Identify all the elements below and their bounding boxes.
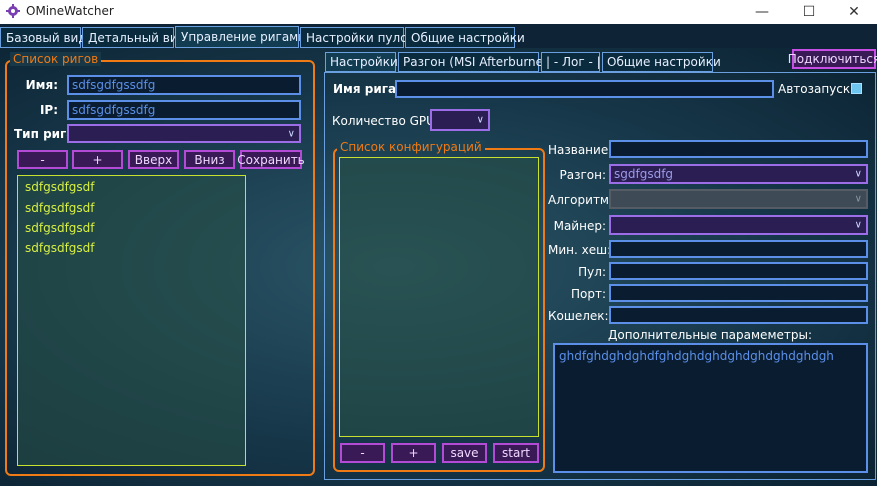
gpu-count-select[interactable]: ∨ xyxy=(430,109,490,131)
pool-input[interactable] xyxy=(609,262,868,280)
rig-name-label: Имя: xyxy=(25,78,58,92)
wallet-label: Кошелек: xyxy=(548,309,609,323)
remove-rig-button[interactable]: - xyxy=(17,150,68,169)
pool-label: Пул: xyxy=(578,265,606,279)
extra-params-label: Дополнительные парамеметры: xyxy=(607,328,813,342)
maximize-button[interactable]: ☐ xyxy=(786,0,832,24)
rig-name-setting-input[interactable] xyxy=(395,80,774,98)
port-label: Порт: xyxy=(570,287,606,301)
config-name-label: Название: xyxy=(548,143,613,157)
list-item[interactable]: sdfgsdfgsdf xyxy=(25,241,95,255)
config-list-title: Список конфигураций xyxy=(337,140,485,154)
connect-button[interactable]: Подключиться xyxy=(788,49,877,69)
algorithm-select[interactable]: ∨ xyxy=(609,189,868,209)
min-hash-label: Мин. хеш: xyxy=(548,243,612,257)
close-button[interactable]: ✕ xyxy=(831,0,877,24)
list-item[interactable]: sdfgsdfgsdf xyxy=(25,221,95,235)
minimize-button[interactable]: — xyxy=(739,0,785,24)
rig-name-setting-label: Имя рига: xyxy=(333,82,401,96)
subtab-general[interactable]: Общие настройки xyxy=(602,52,721,72)
config-name-input[interactable] xyxy=(609,140,868,158)
port-input[interactable] xyxy=(609,284,868,302)
tab-general-settings[interactable]: Общие настройки xyxy=(405,27,525,48)
chevron-down-icon: ∨ xyxy=(854,168,862,180)
miner-label: Майнер: xyxy=(553,219,606,233)
chevron-down-icon: ∨ xyxy=(854,193,862,205)
tab-pool-settings[interactable]: Настройки пулов xyxy=(300,27,415,48)
wallet-input[interactable] xyxy=(609,306,868,324)
rig-list[interactable]: sdfgsdfgsdf sdfgsdfgsdf sdfgsdfgsdf sdfg… xyxy=(17,175,246,466)
chevron-down-icon: ∨ xyxy=(854,219,862,231)
subtab-log[interactable]: | - Лог - | xyxy=(541,52,601,72)
algorithm-label: Алгоритм: xyxy=(548,193,614,207)
rig-ip-input[interactable]: sdfsgdfgssdfg xyxy=(67,100,301,120)
rig-name-input[interactable]: sdfsgdfgssdfg xyxy=(67,75,301,95)
move-down-button[interactable]: Вниз xyxy=(184,150,235,169)
overclock-value: sgdfgsdfg xyxy=(614,167,674,181)
start-config-button[interactable]: start xyxy=(493,443,539,463)
rig-ip-label: IP: xyxy=(39,103,58,117)
overclock-select[interactable]: sgdfgsdfg ∨ xyxy=(609,164,868,184)
save-config-button[interactable]: save xyxy=(442,443,487,463)
gpu-count-label: Количество GPU: xyxy=(332,114,439,128)
extra-params-textarea[interactable]: ghdfghdghdghdfghdghdghdghdghdghdghdgh xyxy=(553,343,868,473)
autostart-label: Автозапуск: xyxy=(778,82,855,96)
tab-rig-management[interactable]: Управление ригами xyxy=(175,26,306,48)
autostart-checkbox[interactable] xyxy=(851,83,862,94)
chevron-down-icon: ∨ xyxy=(476,114,484,126)
miner-select[interactable]: ∨ xyxy=(609,215,868,235)
add-config-button[interactable]: + xyxy=(391,443,436,463)
tab-basic-view[interactable]: Базовый вид xyxy=(0,27,87,48)
subtab-overclock[interactable]: Разгон (MSI Afterburner) xyxy=(398,52,553,72)
save-rig-button[interactable]: Сохранить xyxy=(237,150,305,169)
overclock-label: Разгон: xyxy=(559,168,606,182)
subtab-settings[interactable]: Настройки xyxy=(325,52,398,72)
min-hash-input[interactable] xyxy=(609,240,868,258)
remove-config-button[interactable]: - xyxy=(340,443,385,463)
chevron-down-icon: ∨ xyxy=(287,128,295,139)
move-up-button[interactable]: Вверх xyxy=(128,150,179,169)
window-title: OMineWatcher xyxy=(26,4,114,18)
tab-detailed-view[interactable]: Детальный вид xyxy=(82,27,186,48)
rig-type-select[interactable]: ∨ xyxy=(67,124,301,143)
rig-list-title: Список ригов xyxy=(10,52,102,66)
config-list[interactable] xyxy=(339,157,539,437)
list-item[interactable]: sdfgsdfgsdf xyxy=(25,201,95,215)
app-gear-icon xyxy=(6,4,20,18)
list-item[interactable]: sdfgsdfgsdf xyxy=(25,180,95,194)
add-rig-button[interactable]: + xyxy=(72,150,123,169)
